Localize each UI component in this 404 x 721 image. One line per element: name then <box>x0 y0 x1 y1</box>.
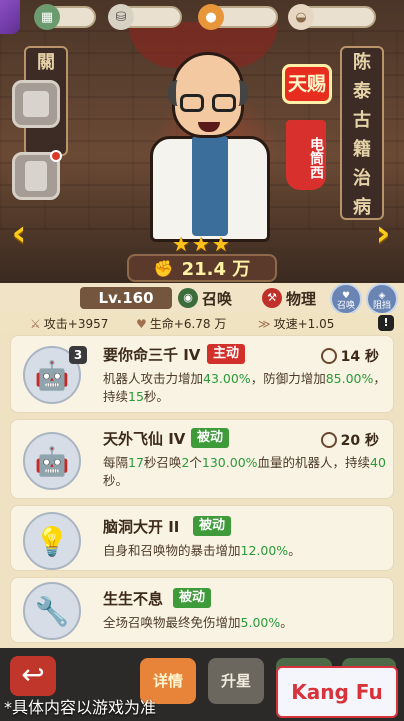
attack-stat: ⚔ 攻击+3957 <box>30 315 108 332</box>
hero-portrait <box>150 52 280 242</box>
skill-name: 脑洞大开 II <box>103 518 180 536</box>
heart-icon: ♥ <box>341 291 351 301</box>
clock-icon <box>320 432 337 448</box>
skill-list[interactable]: 🤖 3 要你命三千 IV 主动 14 秒 机器人攻击力增加43.00%，防御力增… <box>0 333 404 648</box>
attack-value: 攻击+3957 <box>43 317 109 331</box>
shirt-icon <box>23 91 49 117</box>
back-button[interactable]: ↩ <box>10 656 56 696</box>
skill-type-passive: 被动 <box>191 428 230 448</box>
summon-button[interactable]: ♥ 召唤 <box>330 283 362 315</box>
speed-stat: ≫ 攻速+1.05 <box>258 315 334 332</box>
skill-description: 自身和召唤物的暴击增加12.00%。 <box>103 543 301 558</box>
cooldown-value: 14 秒 <box>340 349 379 365</box>
skill-type-active: 主动 <box>207 344 246 364</box>
speed-value: 攻速+1.05 <box>273 317 335 331</box>
skill-type-passive: 被动 <box>193 516 232 536</box>
shield-icon: ◉ <box>178 288 198 308</box>
pouch-icon: ● <box>198 4 224 30</box>
cooldown: 14 秒 <box>320 346 379 366</box>
fist-icon: ✊ <box>153 258 174 278</box>
hero-name: 电筒西 <box>286 120 326 190</box>
right-shop-sign: 陈 泰 古 籍 治 病 <box>340 46 384 220</box>
skill-description: 全场召唤物最终免伤增加5.00%。 <box>103 615 293 630</box>
cooldown: 20 秒 <box>320 430 379 450</box>
star-icon: ★ <box>172 232 190 256</box>
skill-description: 机器人攻击力增加43.00%，防御力增加85.00%，持续15秒。 <box>103 371 386 404</box>
sign-char: 陈 <box>353 52 371 73</box>
skill-name: 天外飞仙 IV <box>103 430 186 448</box>
tab-upstar[interactable]: 升星 <box>208 658 264 704</box>
sign-char: 古 <box>353 110 371 131</box>
summon-label: 召唤 <box>336 301 355 311</box>
hp-stat: ♥ 生命+6.78 万 <box>136 315 226 332</box>
star-icon: ★ <box>211 232 230 256</box>
skill-level-chip: 3 <box>69 346 87 364</box>
robot-icon: 🤖 <box>23 432 81 490</box>
resource-slot-4[interactable]: ◒ <box>288 4 376 30</box>
shirt <box>192 136 228 236</box>
hero-stars: ★ ★ ★ <box>172 232 230 256</box>
skill-card[interactable]: 🔧 生生不息 被动 全场召唤物最终免伤增加5.00%。 <box>10 577 394 643</box>
glasses <box>180 94 238 114</box>
block-icon: ◈ <box>378 291 386 301</box>
skill-type-passive: 被动 <box>173 588 212 608</box>
skill-name: 要你命三千 IV <box>103 346 201 364</box>
hammer-icon: ⚒ <box>262 288 282 308</box>
sign-char: 籍 <box>353 139 371 160</box>
ticket-icon: ▦ <box>34 4 60 30</box>
resource-bar: ▦ ⛁ ● ◒ <box>0 0 404 34</box>
info-icon[interactable]: ! <box>378 315 394 331</box>
hp-value: 生命+6.78 万 <box>149 317 227 331</box>
wing-icon: ≫ <box>258 316 271 331</box>
skill-card[interactable]: 🤖 3 要你命三千 IV 主动 14 秒 机器人攻击力增加43.00%，防御力增… <box>10 335 394 413</box>
player-avatar[interactable] <box>0 0 20 34</box>
cooldown-value: 20 秒 <box>340 433 379 449</box>
heart-icon: ♥ <box>136 316 147 331</box>
wrench-icon: 🔧 <box>23 582 81 640</box>
notification-dot <box>50 150 62 162</box>
resource-slot-3[interactable]: ● <box>198 4 278 30</box>
clock-icon <box>320 348 337 364</box>
equip-tab-shirt[interactable] <box>12 80 60 128</box>
combat-power: ✊ 21.4 万 <box>127 254 277 282</box>
class-label: 召唤 <box>202 289 233 308</box>
damage-type: ⚒ 物理 <box>262 287 316 309</box>
skill-name: 生生不息 <box>103 590 164 608</box>
sign-char: 治 <box>353 168 371 189</box>
attribute-row: ⚔ 攻击+3957 ♥ 生命+6.78 万 ≫ 攻速+1.05 ! <box>0 313 404 333</box>
class-summon: ◉ 召唤 <box>178 287 232 309</box>
bag-icon: ⛁ <box>108 4 134 30</box>
skill-card[interactable]: 🤖 天外飞仙 IV 被动 20 秒 每隔17秒召唤2个130.00%血量的机器人… <box>10 419 394 499</box>
rarity-badge: 天赐 <box>282 64 332 104</box>
skill-card[interactable]: 💡 脑洞大开 II 被动 自身和召唤物的暴击增加12.00%。 <box>10 505 394 571</box>
sign-char: 泰 <box>353 81 371 102</box>
skill-description: 每隔17秒召唤2个130.00%血量的机器人，持续40秒。 <box>103 455 386 488</box>
hero-level: Lv.160 <box>80 287 172 309</box>
hero-info-row: Lv.160 ◉ 召唤 ⚒ 物理 ♥ 召唤 ◈ 阻挡 <box>0 283 404 315</box>
block-button[interactable]: ◈ 阻挡 <box>366 283 398 315</box>
damage-label: 物理 <box>286 289 317 308</box>
power-value: 21.4 万 <box>181 259 251 280</box>
bread-icon: ◒ <box>288 4 314 30</box>
star-icon: ★ <box>191 232 210 256</box>
equip-tab-pants[interactable] <box>12 150 62 200</box>
lightbulb-icon: 💡 <box>23 512 81 570</box>
disclaimer-text: *具体内容以游戏为准 <box>4 698 157 717</box>
hero-banner: ▦ ⛁ ● ◒ 關 張 陈 泰 古 籍 治 病 <box>0 0 404 283</box>
next-hero-arrow[interactable]: › <box>368 214 398 254</box>
resource-slot-1[interactable]: ▦ <box>34 4 96 30</box>
resource-slot-2[interactable]: ⛁ <box>108 4 182 30</box>
prev-hero-arrow[interactable]: ‹ <box>4 214 34 254</box>
pants-icon <box>25 161 47 191</box>
sign-char: 關 <box>37 52 55 73</box>
block-label: 阻挡 <box>372 301 391 311</box>
sword-icon: ⚔ <box>30 316 41 331</box>
site-watermark: Kang Fu 游戏网 <box>276 666 398 718</box>
